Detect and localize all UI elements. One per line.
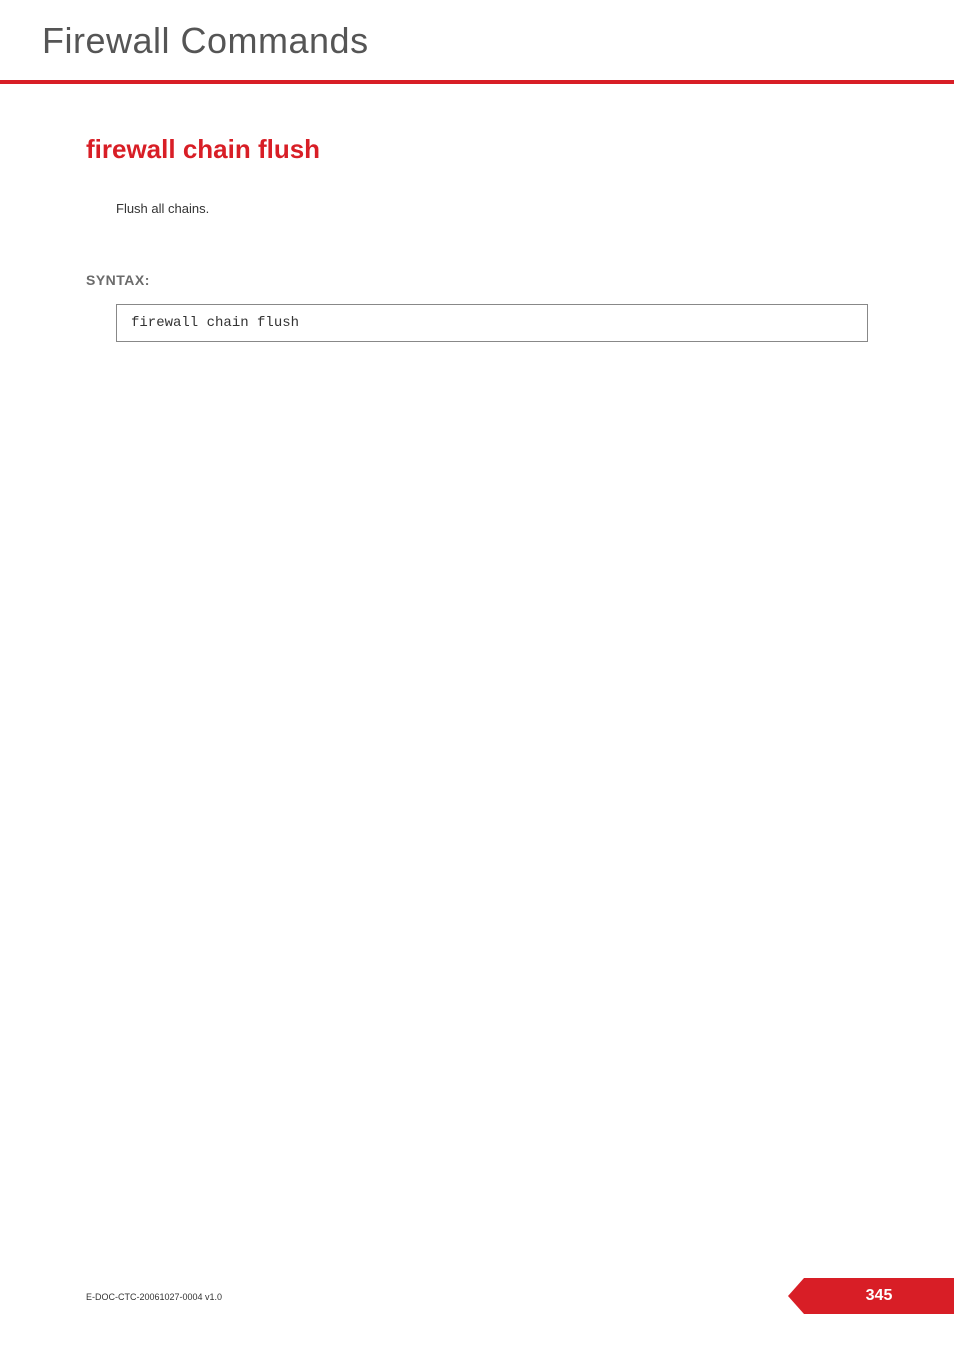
command-description: Flush all chains. (116, 201, 868, 216)
page-number-tab: 345 (804, 1278, 954, 1314)
page-number: 345 (866, 1287, 893, 1305)
section-title: firewall chain flush (86, 134, 868, 165)
page-title: Firewall Commands (0, 0, 954, 62)
footer-doc-id: E-DOC-CTC-20061027-0004 v1.0 (86, 1292, 222, 1302)
content-area: firewall chain flush Flush all chains. S… (0, 84, 954, 342)
syntax-label: SYNTAX: (86, 272, 868, 288)
syntax-code-box: firewall chain flush (116, 304, 868, 342)
